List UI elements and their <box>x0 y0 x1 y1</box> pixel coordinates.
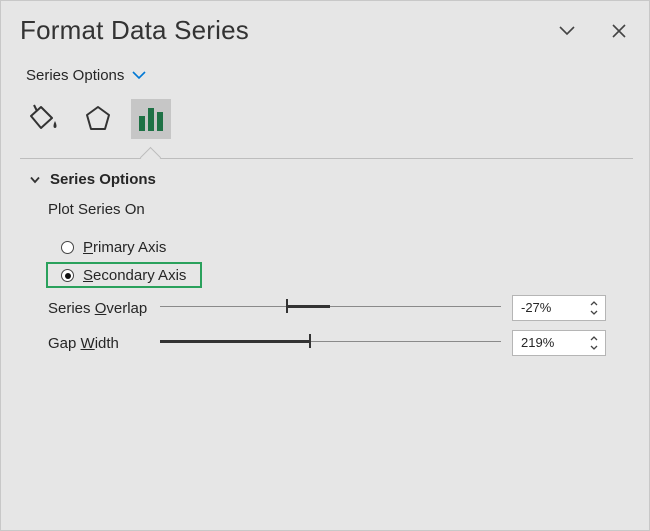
radio-button[interactable] <box>61 241 74 254</box>
slider-thumb[interactable] <box>309 334 311 348</box>
close-icon[interactable] <box>607 19 631 43</box>
section-title: Series Options <box>50 171 156 188</box>
series-overlap-slider[interactable] <box>160 299 501 313</box>
bar-chart-icon <box>131 108 171 143</box>
series-overlap-spinner[interactable] <box>512 295 606 321</box>
chevron-down-icon[interactable] <box>555 19 579 43</box>
pentagon-icon <box>78 106 118 143</box>
slider-fill <box>286 305 330 308</box>
tab-pointer <box>139 146 162 169</box>
gap-width-input[interactable] <box>521 335 581 350</box>
secondary-axis-radio[interactable]: Secondary Axis <box>61 267 186 284</box>
slider-fill <box>160 340 310 343</box>
spinner-arrows-icon[interactable] <box>589 298 599 318</box>
tab-series-options[interactable] <box>131 99 171 139</box>
series-overlap-label: Series Overlap <box>48 300 148 317</box>
primary-axis-radio[interactable]: Primary Axis <box>61 239 166 256</box>
primary-axis-label: Primary Axis <box>83 239 167 256</box>
pane-title: Format Data Series <box>20 15 250 45</box>
slider-track <box>160 306 501 307</box>
gap-width-spinner[interactable] <box>512 330 606 356</box>
slider-thumb[interactable] <box>286 299 288 313</box>
chevron-down-icon <box>132 67 146 84</box>
series-options-dropdown-label: Series Options <box>26 67 125 84</box>
paint-bucket-icon <box>23 104 63 143</box>
gap-width-label: Gap Width <box>48 335 119 352</box>
series-options-dropdown[interactable]: Series Options <box>26 67 146 84</box>
radio-button-selected[interactable] <box>61 269 74 282</box>
plot-series-on-label: Plot Series On <box>48 201 145 218</box>
series-overlap-input[interactable] <box>521 300 581 315</box>
tab-divider <box>20 158 633 159</box>
secondary-axis-label: Secondary Axis <box>83 267 187 284</box>
format-data-series-pane: Format Data Series Series Options Series… <box>0 0 650 531</box>
series-options-section-header[interactable]: Series Options <box>30 171 156 188</box>
spinner-arrows-icon[interactable] <box>589 333 599 353</box>
chevron-down-icon <box>30 171 40 188</box>
gap-width-slider[interactable] <box>160 334 501 348</box>
tab-effects[interactable] <box>78 99 118 139</box>
tab-fill-line[interactable] <box>23 99 63 139</box>
